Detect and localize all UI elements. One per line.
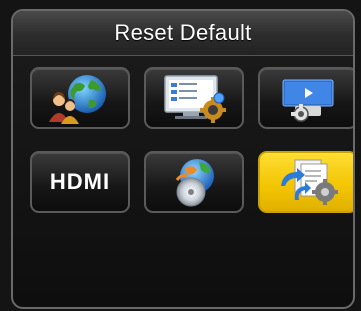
tile-hdmi[interactable]: HDMI xyxy=(30,151,130,213)
globe-disc-icon xyxy=(175,159,214,207)
projector-gear-icon xyxy=(282,79,334,122)
monitor-settings-icon xyxy=(164,75,226,123)
documents-reset-icon xyxy=(281,159,338,205)
tile-projector[interactable] xyxy=(258,67,353,129)
hdmi-logo: HDMI xyxy=(49,169,111,194)
tile-display[interactable] xyxy=(144,67,244,129)
menu-title: Reset Default xyxy=(114,20,252,45)
tile-reset-default[interactable] xyxy=(258,151,353,213)
osd-screen: Reset Default HDMI xyxy=(0,0,361,311)
tile-language[interactable] xyxy=(30,67,130,129)
tile-system[interactable] xyxy=(144,151,244,213)
globe-people-icon xyxy=(49,75,106,124)
menu-title-bar: Reset Default xyxy=(13,11,353,56)
settings-menu-panel: Reset Default HDMI xyxy=(11,9,355,309)
